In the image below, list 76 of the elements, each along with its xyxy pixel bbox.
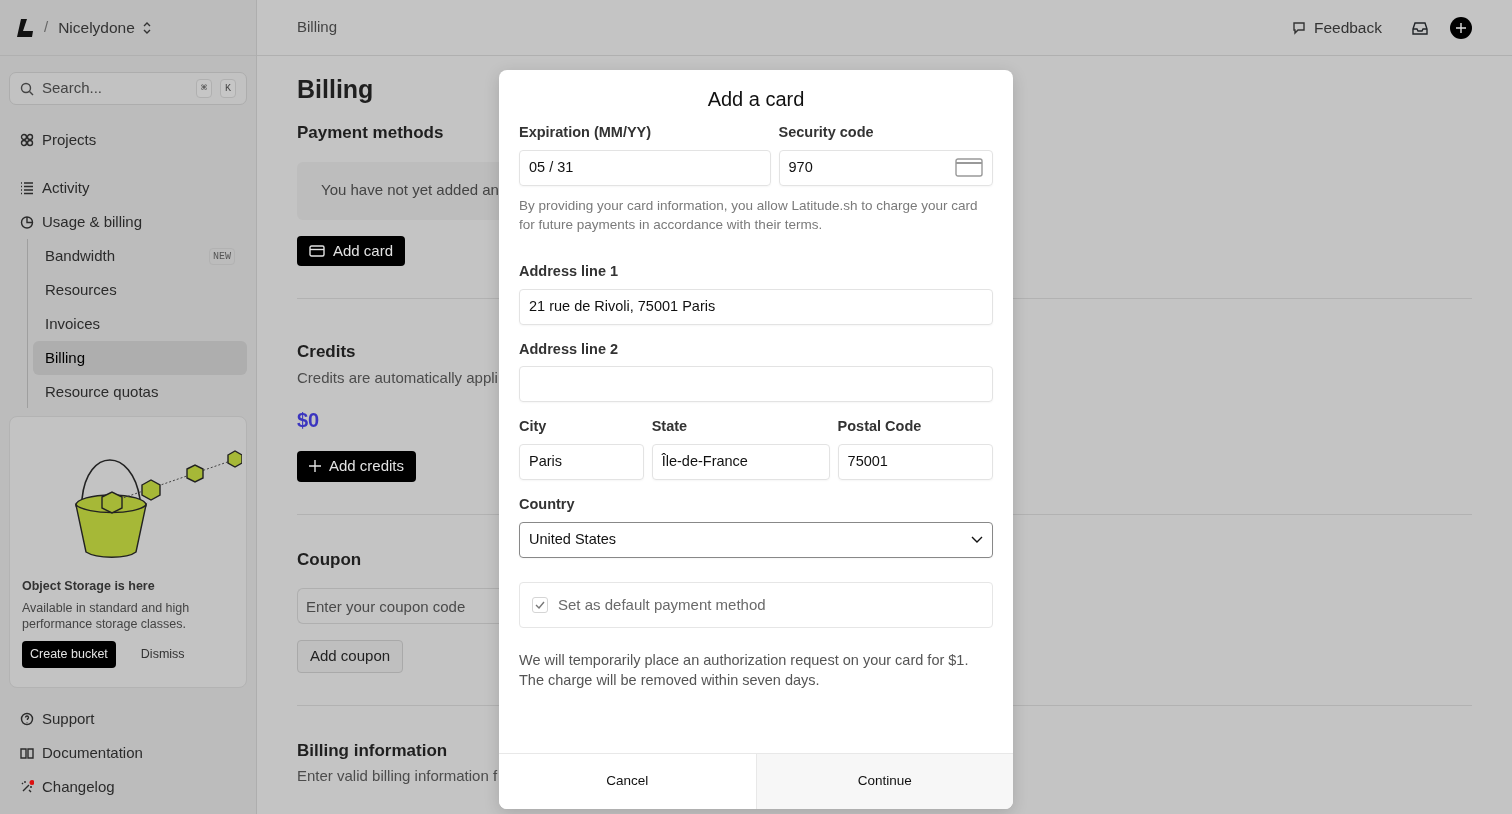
chevron-updown-icon	[142, 21, 151, 34]
section-description: Enter valid billing information f	[297, 766, 498, 786]
sidebar-subitem[interactable]: Resource quotas	[33, 375, 247, 408]
search-field[interactable]: Search...	[42, 77, 188, 100]
input-field[interactable]: 05 / 31	[519, 149, 771, 186]
empty-state-text: You have not yet added an	[321, 180, 499, 201]
create-button[interactable]: Create bucket	[22, 641, 116, 668]
card-icon	[309, 244, 325, 257]
list-icon	[20, 181, 34, 195]
help-icon	[20, 712, 34, 726]
search-icon	[20, 81, 34, 96]
sidebar-subitem[interactable]: Billing	[33, 341, 247, 375]
plus-icon	[1456, 22, 1466, 33]
country-select[interactable]: United States	[519, 521, 993, 558]
field-label: Postal Code	[837, 417, 923, 437]
credit-amount: $0	[297, 408, 320, 433]
primary-button[interactable]: Add card	[297, 235, 406, 266]
plus-icon	[309, 460, 321, 473]
sidebar-item[interactable]: Documentation	[0, 736, 256, 770]
org-switcher[interactable]: Nicelydone	[58, 15, 151, 40]
checkbox-label: Set as default payment method	[558, 594, 766, 615]
authorization-note: We will temporarily place an authorization request on your card for $1. The charge will be removed within seven days.	[519, 650, 970, 691]
section-description: Credits are automatically appli	[297, 367, 498, 388]
input-field[interactable]: Paris	[519, 444, 644, 481]
field-label: City	[519, 417, 548, 437]
promo-text: Available in standard and high performance storage classes.	[22, 599, 191, 633]
chevron-down-icon	[971, 535, 983, 544]
section-title: Coupon	[297, 548, 362, 571]
field-label: Address line 1	[519, 261, 620, 281]
continue-button[interactable]: Continue	[755, 754, 1013, 809]
sidebar-item[interactable]: Projects	[0, 123, 256, 157]
sidebar-subitem[interactable]: Resources	[33, 273, 247, 307]
field-label: Address line 2	[519, 339, 620, 359]
secondary-button[interactable]: Add coupon	[297, 640, 404, 673]
sparkle-icon	[20, 780, 34, 794]
section-title: Credits	[297, 341, 356, 363]
sidebar-item[interactable]: Support	[0, 702, 256, 736]
consent-text: By providing your card information, you allow Latitude.sh to charge your card for future payments in accordance with their terms.	[519, 196, 979, 235]
promo-title: Object Storage is here	[22, 578, 156, 595]
page-title: Billing	[297, 74, 374, 104]
field-label: Expiration (MM/YY)	[519, 123, 653, 142]
input-field[interactable]: Île-de-France	[651, 444, 830, 481]
section-title: Billing information	[297, 739, 448, 762]
grid-icon	[20, 133, 34, 147]
check-icon	[535, 600, 545, 609]
inbox-icon	[1412, 21, 1428, 36]
sidebar-item[interactable]: Usage & billing	[0, 205, 256, 239]
input-field[interactable]: 21 rue de Rivoli, 75001 Paris	[519, 288, 993, 325]
sidebar-item[interactable]: Changelog	[0, 770, 256, 804]
primary-button[interactable]: Add credits	[297, 451, 417, 482]
sidebar-item[interactable]: Activity	[0, 171, 256, 205]
breadcrumb-title: Billing	[297, 17, 339, 38]
add-button[interactable]	[1450, 16, 1472, 39]
new-label: NEW	[209, 247, 235, 265]
sidebar-subitem[interactable]: Bandwidth NEW	[33, 239, 247, 273]
input-field[interactable]	[519, 366, 993, 403]
cancel-button[interactable]: Cancel	[499, 754, 756, 809]
chat-icon	[1291, 20, 1306, 35]
shortcut-key: K	[220, 79, 236, 98]
input-field[interactable]: 75001	[837, 444, 993, 481]
field-label: Security code	[778, 123, 875, 142]
checkbox[interactable]	[532, 596, 548, 613]
section-title: Payment methods	[297, 122, 444, 144]
card-cvc-icon	[955, 157, 983, 178]
pie-chart-icon	[20, 215, 34, 229]
dismiss-button[interactable]: Dismiss	[131, 640, 194, 669]
sidebar-subitem[interactable]: Invoices	[33, 307, 247, 341]
dialog-title: Add a card	[706, 87, 806, 112]
input-field[interactable]: 970	[778, 149, 993, 186]
shortcut-key: ⌘	[195, 79, 212, 98]
breadcrumb-separator: /	[44, 17, 49, 38]
field-label: Country	[519, 495, 576, 515]
logo-icon	[16, 17, 34, 38]
feedback-button[interactable]: Feedback	[1291, 15, 1382, 40]
book-icon	[20, 746, 34, 760]
field-label: State	[651, 417, 689, 437]
